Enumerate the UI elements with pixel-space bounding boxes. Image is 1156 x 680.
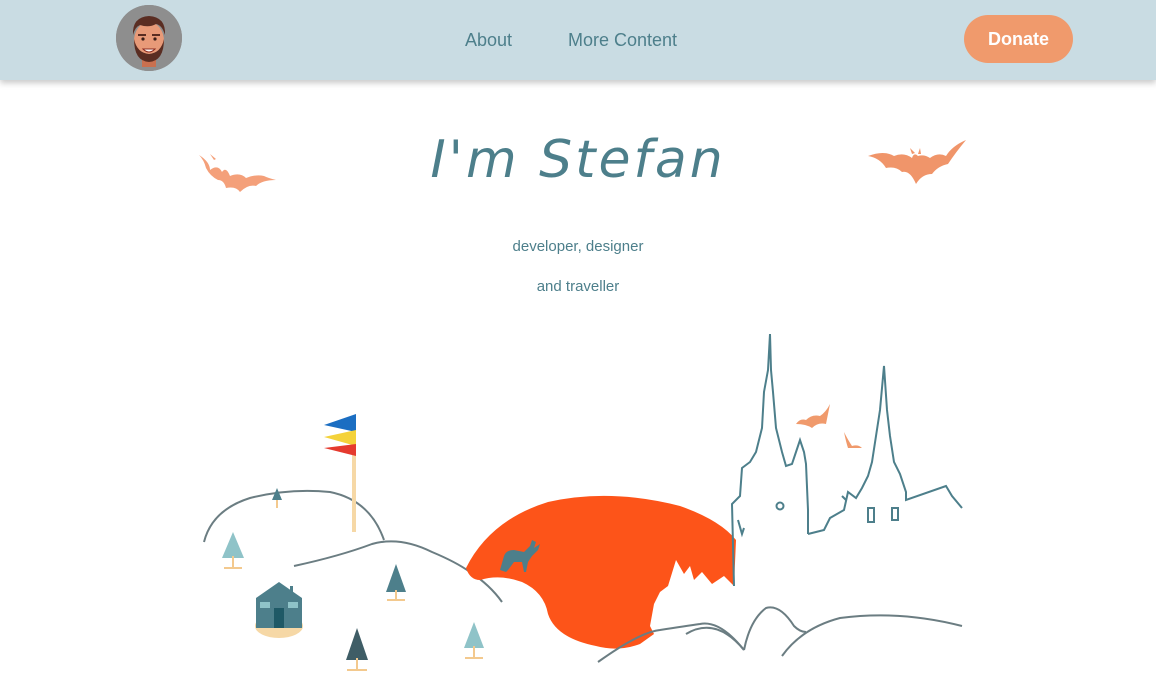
nav-link-about[interactable]: About (465, 29, 512, 51)
donate-button[interactable]: Donate (964, 15, 1073, 63)
tree-icon (464, 622, 484, 659)
castle-icon (730, 333, 963, 587)
tree-icon (386, 564, 406, 601)
landscape-illustration (203, 333, 963, 671)
tree-icon (222, 532, 244, 569)
flag-icon (324, 414, 356, 532)
avatar-face-icon (116, 5, 182, 71)
top-navigation-bar: About More Content Donate (0, 0, 1156, 80)
tree-icon (272, 488, 282, 508)
bat-icon (796, 404, 830, 428)
avatar[interactable] (116, 5, 182, 71)
orange-hill (466, 495, 736, 649)
nav-link-more-content[interactable]: More Content (568, 29, 677, 51)
tree-icon (346, 628, 368, 671)
house-icon (255, 582, 303, 638)
bat-icon (844, 432, 862, 448)
